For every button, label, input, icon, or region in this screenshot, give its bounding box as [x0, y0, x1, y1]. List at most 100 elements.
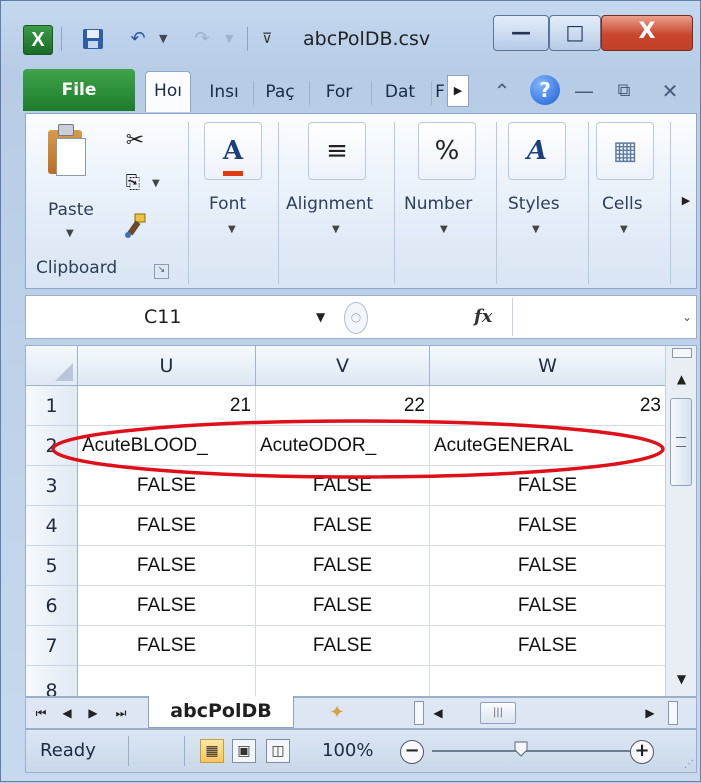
resize-grip-icon[interactable]: ⋰ [684, 759, 694, 770]
table-cell[interactable]: FALSE [78, 546, 256, 586]
row-header[interactable]: 4 [26, 506, 78, 546]
scroll-right-icon[interactable]: ▶ [640, 701, 660, 725]
zoom-slider-thumb[interactable] [514, 741, 528, 757]
alignment-dropdown-icon[interactable]: ▼ [332, 224, 340, 235]
workbook-close-icon[interactable]: ✕ [657, 77, 683, 105]
styles-icon[interactable]: A [508, 122, 566, 180]
formula-bar-resize-handle[interactable]: ○ [344, 302, 368, 334]
table-cell[interactable]: 21 [78, 386, 256, 426]
cells-dropdown-icon[interactable]: ▼ [620, 224, 628, 235]
table-cell[interactable]: FALSE [78, 466, 256, 506]
column-header-v[interactable]: V [256, 346, 430, 386]
number-dropdown-icon[interactable]: ▼ [440, 224, 448, 235]
workbook-minimize-icon[interactable]: — [571, 77, 597, 105]
scroll-up-icon[interactable]: ▲ [666, 368, 696, 390]
table-cell[interactable]: FALSE [78, 586, 256, 626]
table-cell[interactable]: FALSE [78, 626, 256, 666]
row-header[interactable]: 3 [26, 466, 78, 506]
tab-file[interactable]: File [23, 69, 135, 111]
zoom-out-icon[interactable]: − [400, 740, 424, 764]
zoom-level[interactable]: 100% [322, 730, 373, 772]
select-all-button[interactable] [26, 346, 78, 386]
format-painter-icon[interactable] [120, 212, 150, 242]
excel-app-icon[interactable]: X [23, 25, 53, 55]
paste-dropdown-icon[interactable]: ▼ [66, 228, 74, 239]
tab-split-box-icon[interactable] [414, 701, 424, 725]
table-cell[interactable]: 23 [430, 386, 666, 426]
zoom-slider[interactable] [432, 750, 630, 752]
paste-icon[interactable] [46, 124, 86, 176]
tab-page-layout[interactable]: Paç [257, 73, 303, 111]
styles-button[interactable]: Styles [508, 194, 560, 214]
tab-insert[interactable]: Insı [201, 73, 247, 111]
table-cell[interactable]: 22 [256, 386, 430, 426]
table-cell[interactable]: FALSE [430, 466, 666, 506]
cut-icon[interactable]: ✂ [120, 126, 150, 156]
clipboard-launcher-icon[interactable]: ↘ [154, 264, 169, 279]
expand-formula-bar-icon[interactable]: ⌄ [682, 296, 692, 338]
close-button[interactable]: X [601, 15, 693, 51]
page-break-view-icon[interactable]: ◫ [266, 739, 290, 763]
alignment-button[interactable]: Alignment [286, 194, 373, 214]
minimize-ribbon-icon[interactable]: ⌃ [489, 77, 515, 105]
number-button[interactable]: Number [404, 194, 472, 214]
table-cell[interactable]: FALSE [256, 546, 430, 586]
scroll-thumb[interactable] [670, 398, 692, 486]
scroll-left-icon[interactable]: ◀ [428, 701, 448, 725]
row-header[interactable]: 6 [26, 586, 78, 626]
tab-scroll-right-icon[interactable]: ▶ [447, 75, 469, 107]
table-cell[interactable]: FALSE [256, 466, 430, 506]
zoom-in-icon[interactable]: + [630, 740, 654, 764]
name-box[interactable]: C11 ▼ [26, 296, 338, 338]
first-sheet-icon[interactable]: ⏮ [30, 698, 52, 728]
tab-review[interactable]: F [433, 73, 447, 111]
cells-button[interactable]: Cells [602, 194, 643, 214]
help-icon[interactable]: ? [530, 75, 560, 105]
prev-sheet-icon[interactable]: ◀ [56, 698, 78, 728]
ribbon-scroll-right-icon[interactable]: ▶ [678, 118, 694, 284]
table-cell[interactable]: FALSE [78, 506, 256, 546]
font-icon[interactable]: A [204, 122, 262, 180]
table-cell[interactable]: AcuteBLOOD_ [78, 426, 256, 466]
table-cell[interactable]: FALSE [430, 546, 666, 586]
sheet-tab-active[interactable]: abcPolDB [148, 696, 294, 728]
last-sheet-icon[interactable]: ⏭ [110, 698, 132, 728]
font-dropdown-icon[interactable]: ▼ [228, 224, 236, 235]
table-cell[interactable]: FALSE [430, 506, 666, 546]
redo-icon[interactable]: ↷ [187, 25, 217, 53]
save-icon[interactable] [79, 25, 107, 53]
page-layout-view-icon[interactable]: ▣ [232, 739, 256, 763]
horizontal-scrollbar[interactable]: ◀ ||| ▶ [414, 701, 694, 725]
number-format-icon[interactable]: % [418, 122, 476, 180]
styles-dropdown-icon[interactable]: ▼ [532, 224, 540, 235]
table-cell[interactable]: FALSE [430, 626, 666, 666]
cells-icon[interactable]: ▦ [596, 122, 654, 180]
workbook-restore-icon[interactable]: ⧉ [611, 77, 637, 105]
undo-dropdown-icon[interactable]: ▼ [159, 25, 167, 53]
horizontal-scroll-thumb[interactable]: ||| [480, 702, 516, 724]
minimize-button[interactable]: — [493, 15, 549, 51]
copy-icon[interactable]: ⎘ [118, 168, 148, 198]
row-header[interactable]: 8 [26, 666, 78, 696]
insert-function-icon[interactable]: fx [474, 296, 492, 338]
column-header-u[interactable]: U [78, 346, 256, 386]
insert-worksheet-icon[interactable]: ✦ [294, 698, 380, 728]
table-cell[interactable]: AcuteODOR_ [256, 426, 430, 466]
table-cell[interactable]: FALSE [256, 506, 430, 546]
table-cell[interactable]: FALSE [256, 626, 430, 666]
font-button[interactable]: Font [209, 194, 246, 214]
redo-dropdown-icon[interactable]: ▼ [225, 25, 233, 53]
maximize-button[interactable]: □ [549, 15, 601, 51]
tab-home[interactable]: Hoı [145, 71, 191, 112]
column-header-w[interactable]: W [430, 346, 666, 386]
name-box-dropdown-icon[interactable]: ▼ [316, 296, 325, 338]
table-cell[interactable]: FALSE [256, 586, 430, 626]
undo-icon[interactable]: ↶ [123, 25, 153, 53]
table-cell[interactable]: AcuteGENERAL [430, 426, 666, 466]
row-header[interactable]: 2 [26, 426, 78, 466]
tab-formulas[interactable]: For [313, 73, 365, 111]
tab-data[interactable]: Dat [375, 73, 425, 111]
row-header[interactable]: 5 [26, 546, 78, 586]
row-header[interactable]: 1 [26, 386, 78, 426]
table-cell[interactable]: FALSE [430, 586, 666, 626]
